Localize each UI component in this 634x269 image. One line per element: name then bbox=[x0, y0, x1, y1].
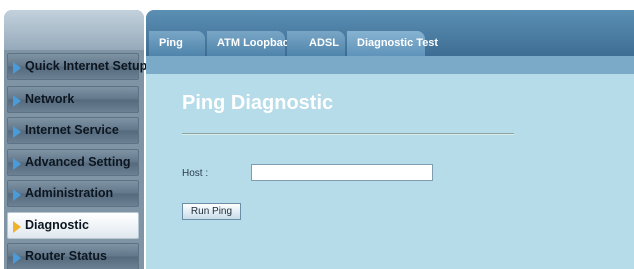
arrow-right-icon bbox=[13, 221, 21, 233]
arrow-right-icon bbox=[13, 126, 21, 138]
arrow-right-icon bbox=[13, 252, 21, 264]
sidebar-item-router-status[interactable]: Router Status bbox=[7, 243, 139, 269]
host-input[interactable] bbox=[251, 164, 433, 181]
main-panel: Ping ATM Loopback ADSL Diagnostic Test P… bbox=[146, 10, 634, 269]
sidebar-item-label: Diagnostic bbox=[25, 218, 89, 232]
sidebar-item-label: Administration bbox=[25, 186, 114, 200]
sidebar-item-administration[interactable]: Administration bbox=[7, 180, 139, 207]
sidebar-item-advanced-setting[interactable]: Advanced Setting bbox=[7, 149, 139, 176]
sidebar-item-label: Quick Internet Setup bbox=[25, 59, 148, 73]
arrow-right-icon bbox=[13, 158, 21, 170]
tab-subbar bbox=[146, 56, 634, 74]
arrow-right-icon bbox=[13, 95, 21, 107]
page-title: Ping Diagnostic bbox=[182, 92, 334, 114]
tab-bar: Ping ATM Loopback ADSL Diagnostic Test bbox=[146, 10, 634, 56]
sidebar-item-quick-internet-setup[interactable]: Quick Internet Setup bbox=[7, 53, 147, 80]
tab-diagnostic-test[interactable]: Diagnostic Test bbox=[347, 31, 438, 56]
title-divider bbox=[182, 133, 514, 135]
arrow-right-icon bbox=[13, 62, 21, 74]
tab-atm-loopback[interactable]: ATM Loopback bbox=[207, 31, 295, 56]
sidebar-item-network[interactable]: Network bbox=[7, 86, 139, 113]
sidebar-header bbox=[4, 10, 144, 50]
tab-ping[interactable]: Ping bbox=[149, 31, 205, 56]
tab-adsl[interactable]: ADSL bbox=[287, 31, 345, 56]
sidebar-item-internet-service[interactable]: Internet Service bbox=[7, 117, 139, 144]
sidebar-item-label: Network bbox=[25, 92, 75, 106]
sidebar-item-diagnostic[interactable]: Diagnostic bbox=[7, 212, 139, 239]
sidebar-item-label: Advanced Setting bbox=[25, 155, 131, 169]
sidebar-item-label: Router Status bbox=[25, 249, 107, 263]
router-admin-page: Quick Internet Setup Network Internet Se… bbox=[0, 0, 634, 269]
sidebar-item-label: Internet Service bbox=[25, 123, 119, 137]
run-ping-button[interactable]: Run Ping bbox=[182, 203, 241, 220]
host-label: Host : bbox=[182, 168, 209, 179]
sidebar: Quick Internet Setup Network Internet Se… bbox=[4, 10, 147, 269]
arrow-right-icon bbox=[13, 189, 21, 201]
